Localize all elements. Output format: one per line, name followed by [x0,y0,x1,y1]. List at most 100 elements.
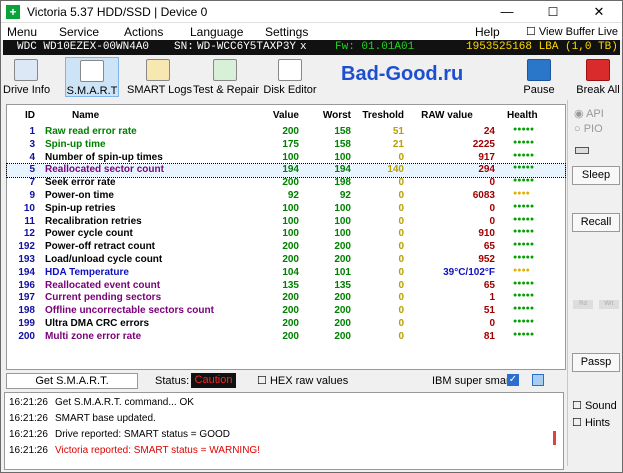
cell-threshold: 140 [387,164,404,176]
log-text: Drive reported: SMART status = GOOD [55,429,230,440]
pio-radio[interactable]: ○ PIO [574,123,603,135]
disk-editor-button[interactable]: Disk Editor [263,57,317,97]
cell-name: Ultra DMA CRC errors [45,318,150,329]
cell-name: Power-off retract count [45,241,156,253]
test-repair-button[interactable]: Test & Repair [193,57,260,97]
color-swatch[interactable] [532,374,544,386]
cell-id: 10 [23,202,35,214]
test-repair-label: Test & Repair [193,84,260,96]
header-threshold: Treshold [362,110,404,121]
cell-value: 100 [282,202,299,214]
sleep-button[interactable]: Sleep [572,166,620,185]
break-all-button[interactable]: Break All [575,57,621,97]
cell-id: 194 [18,266,35,278]
checkbox-icon: ☐ [257,375,267,387]
get-smart-button[interactable]: Get S.M.A.R.T. [6,373,138,389]
cell-health: ●●●●● [513,241,535,249]
cell-id: 192 [18,241,35,253]
close-button[interactable]: ✕ [576,1,622,23]
header-id: ID [25,110,35,121]
cell-health: ●●●●● [513,254,535,261]
smart-logs-label: SMART Logs [127,84,193,96]
header-raw: RAW value [421,110,473,121]
sound-checkbox[interactable]: ☐ Sound [572,399,617,412]
log-text: Victoria reported: SMART status = WARNIN… [55,445,260,456]
minimize-button[interactable]: — [484,1,530,23]
table-row[interactable]: 10 Spin-up retries 100 100 0 0 ●●●●● [7,203,565,216]
pause-label: Pause [523,84,555,96]
log-time: 16:21:26 [9,413,48,424]
hex-raw-checkbox[interactable]: ☐ HEX raw values [257,374,348,387]
binary-icon [278,59,302,81]
api-radio[interactable]: ◉ API [574,107,604,120]
passp-button[interactable]: Passp [572,353,620,372]
pause-button[interactable]: Pause [519,57,559,97]
table-row[interactable]: 194 HDA Temperature 104 101 0 39°C/102°F ●●●● [7,267,565,280]
smart-button[interactable]: S.M.A.R.T [65,57,119,97]
window-title: Victoria 5.37 HDD/SSD | Device 0 [27,5,208,19]
table-row[interactable]: 193 Load/unload cycle count 200 200 0 952 ●●●●… [7,254,565,267]
cell-raw: 0 [489,202,495,214]
break-icon [586,59,610,81]
menu-settings[interactable]: Settings [265,25,308,39]
smart-logs-button[interactable]: SMART Logs [127,57,193,97]
log-time: 16:21:26 [9,429,48,440]
table-row[interactable]: 3 Spin-up time 175 158 21 2225 ●●●●● [7,139,565,152]
table-row[interactable]: 4 Number of spin-up times 100 100 0 917 ●●●●● [7,152,565,165]
log-text: Get S.M.A.R.T. command... OK [55,397,194,408]
log-line: 16:21:26 Get S.M.A.R.T. command... OK [9,397,194,408]
device-close-icon[interactable]: x [300,41,307,53]
recall-button[interactable]: Recall [572,213,620,232]
cell-worst: 100 [334,215,351,227]
log-line: 16:21:26 Drive reported: SMART status = G… [9,429,230,440]
maximize-button[interactable]: ☐ [530,1,576,23]
ibm-checkbox-checked-icon[interactable]: ✓ [507,374,519,386]
cell-value: 135 [282,279,299,291]
hints-checkbox[interactable]: ☐ Hints [572,416,610,429]
radio-icon: ◉ [574,108,584,120]
menu-help[interactable]: Help [475,25,500,39]
table-row[interactable]: 5 Reallocated sector count 194 194 140 294 ●●●… [6,163,566,179]
cell-threshold: 0 [398,151,404,163]
header-health: Health [507,110,538,121]
menu-language[interactable]: Language [190,25,243,39]
cell-worst: 135 [334,279,351,291]
cell-health: ●●●●● [513,318,535,325]
cell-id: 197 [18,292,35,304]
menu-menu[interactable]: Menu [7,25,37,39]
cell-worst: 101 [334,266,351,278]
cell-value: 194 [282,164,299,176]
cell-raw: 65 [483,241,495,253]
log-text: SMART base updated. [55,413,156,424]
pause-icon [527,59,551,81]
table-row[interactable]: 200 Multi zone error rate 200 200 0 81 ●●●●● [7,331,565,344]
cell-raw: 917 [478,151,495,163]
table-row[interactable]: 192 Power-off retract count 200 200 0 65 ●●●●● [7,241,565,254]
view-buffer-live[interactable]: ☐ View Buffer Live [526,25,618,38]
cell-threshold: 0 [398,202,404,214]
cell-health: ●●●●● [513,126,535,133]
cell-value: 200 [282,305,299,317]
table-row[interactable]: 9 Power-on time 92 92 0 6083 ●●●● [7,190,565,203]
table-row[interactable]: 7 Seek error rate 200 198 0 0 ●●●●● [7,177,565,190]
cell-id: 200 [18,330,35,342]
title-bar[interactable]: + Victoria 5.37 HDD/SSD | Device 0 — ☐ ✕ [1,1,622,23]
cell-name: Raw read error rate [45,126,137,137]
cell-value: 92 [287,190,299,201]
cell-id: 3 [29,138,35,150]
cell-threshold: 0 [398,254,404,265]
table-row[interactable]: 198 Offline uncorrectable sectors count 20… [7,305,565,318]
table-row[interactable]: 199 Ultra DMA CRC errors 200 200 0 0 ●●●●● [7,318,565,331]
cell-health: ●●●●● [513,228,535,236]
cell-worst: 100 [334,202,351,214]
drive-info-button[interactable]: Drive Info [3,57,50,97]
table-row[interactable]: 1 Raw read error rate 200 158 51 24 ●●●●● [7,126,565,139]
table-row[interactable]: 12 Power cycle count 100 100 0 910 ●●●●● [7,228,565,241]
table-row[interactable]: 11 Recalibration retries 100 100 0 0 ●●●●● [7,216,565,229]
table-row[interactable]: 196 Reallocated event count 135 135 0 65 ●●●●● [7,280,565,293]
menu-actions[interactable]: Actions [124,25,163,39]
cell-threshold: 51 [392,126,404,137]
menu-service[interactable]: Service [59,25,99,39]
table-row[interactable]: 197 Current pending sectors 200 200 0 1 ●●●●● [7,292,565,305]
cell-raw: 1 [489,292,495,304]
